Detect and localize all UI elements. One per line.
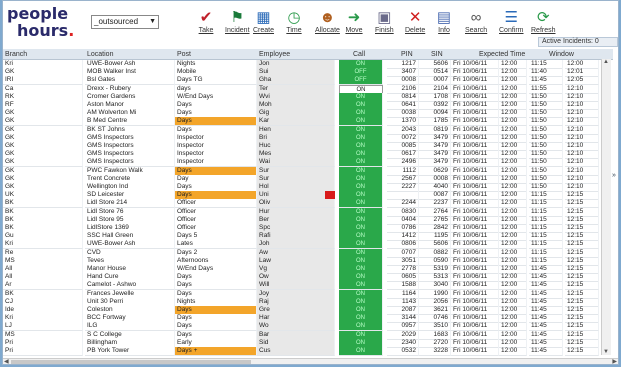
chevron-down-icon: ▼ <box>149 18 156 25</box>
header-branch[interactable]: Branch <box>5 51 27 58</box>
take-button-label: Take <box>198 27 214 34</box>
logo-line2: hours <box>17 21 69 40</box>
scroll-up-icon[interactable]: ▲ <box>603 59 609 65</box>
table-row[interactable]: Pri PB York Tower Days + Cus ON 0532 3228 Fri 1… <box>3 347 613 356</box>
confirm-button[interactable]: ☰ Confirm <box>499 9 524 41</box>
binoculars-icon: ∞ <box>470 9 482 26</box>
arrow-icon: ➜ <box>347 9 361 26</box>
window-end-cell: 12:15 <box>565 347 599 356</box>
create-button[interactable]: ▦ Create <box>253 9 274 41</box>
time-button-label: Time <box>286 27 302 34</box>
horizontal-scroll-thumb[interactable] <box>11 360 251 364</box>
side-expand-icon[interactable]: » <box>612 172 616 179</box>
allocate-button[interactable]: ☻ Allocate <box>315 9 340 41</box>
take-button[interactable]: ✔ Take <box>197 9 215 41</box>
info-button[interactable]: ▤ Info <box>435 9 453 41</box>
finish-button-label: Finish <box>375 27 394 34</box>
flag-icon: ⚑ <box>230 9 244 26</box>
scroll-down-icon[interactable]: ▼ <box>603 349 609 355</box>
pin-cell: 0532 <box>387 347 419 356</box>
branch-cell: Pri <box>3 347 83 356</box>
allocate-button-label: Allocate <box>315 27 340 34</box>
header-location[interactable]: Location <box>87 51 113 58</box>
expected-date-cell: Fri 10/06/11 <box>451 347 499 356</box>
logo: people hours. <box>7 5 77 45</box>
window-start-cell: 11:45 <box>529 347 563 356</box>
refresh-icon: ⟳ <box>536 9 550 26</box>
incident-button[interactable]: ⚑ Incident <box>225 9 250 41</box>
search-button[interactable]: ∞ Search <box>465 9 487 41</box>
search-button-label: Search <box>465 27 488 34</box>
scroll-left-icon[interactable]: ◀ <box>4 358 9 364</box>
delete-button-label: Delete <box>405 27 426 34</box>
refresh-button-label: Refresh <box>531 27 556 34</box>
logo-line1: people <box>7 4 69 23</box>
grid-header: Branch Location Post Employee Call PIN S… <box>3 49 613 60</box>
clock-icon: ◷ <box>287 9 301 26</box>
header-call[interactable]: Call <box>353 51 365 58</box>
header-window[interactable]: Window <box>549 51 574 58</box>
filter-value: _outsourced <box>94 17 139 26</box>
info-icon: ▤ <box>436 9 452 26</box>
toolbar: people hours. _outsourced ▼ ✔ Take ⚑ Incide… <box>3 1 618 49</box>
header-post[interactable]: Post <box>177 51 191 58</box>
incident-button-label: Incident <box>225 27 250 34</box>
header-pin[interactable]: PIN <box>401 51 413 58</box>
vertical-scrollbar[interactable]: ▲ ▼ <box>601 59 611 355</box>
move-button-label: Move <box>345 27 363 34</box>
header-expected-time[interactable]: Expected Time <box>479 51 525 58</box>
schedule-grid: Branch Location Post Employee Call PIN S… <box>3 49 613 358</box>
time-button[interactable]: ◷ Time <box>285 9 303 41</box>
call-status-cell: ON <box>339 347 383 356</box>
expected-time-cell: 12:00 <box>499 347 527 356</box>
person-icon: ☻ <box>319 9 336 26</box>
app-window: people hours. _outsourced ▼ ✔ Take ⚑ Incide… <box>2 0 619 365</box>
scroll-right-icon[interactable]: ▶ <box>612 358 617 364</box>
info-button-label: Info <box>438 27 450 34</box>
grid-icon: ▦ <box>256 9 271 26</box>
cross-icon: ✕ <box>408 9 422 26</box>
sin-cell: 3228 <box>419 347 451 356</box>
confirm-icon: ☰ <box>504 9 518 26</box>
horizontal-scrollbar[interactable]: ◀ ▶ <box>3 358 618 364</box>
create-button-label: Create <box>253 27 275 34</box>
logo-dot: . <box>68 21 75 40</box>
post-cell: Days + <box>175 347 257 356</box>
header-sin[interactable]: SIN <box>431 51 443 58</box>
employee-cell: Cus <box>257 347 335 356</box>
branch-filter-select[interactable]: _outsourced ▼ <box>91 15 159 29</box>
checkmark-icon: ✔ <box>199 9 213 26</box>
header-employee[interactable]: Employee <box>259 51 290 58</box>
building-icon: ▣ <box>377 9 392 26</box>
active-incidents-indicator: Active Incidents: 0 <box>538 37 618 47</box>
confirm-button-label: Confirm <box>499 27 524 34</box>
location-cell: PB York Tower <box>85 347 175 356</box>
move-button[interactable]: ➜ Move <box>345 9 363 41</box>
finish-button[interactable]: ▣ Finish <box>375 9 394 41</box>
delete-button[interactable]: ✕ Delete <box>405 9 425 41</box>
